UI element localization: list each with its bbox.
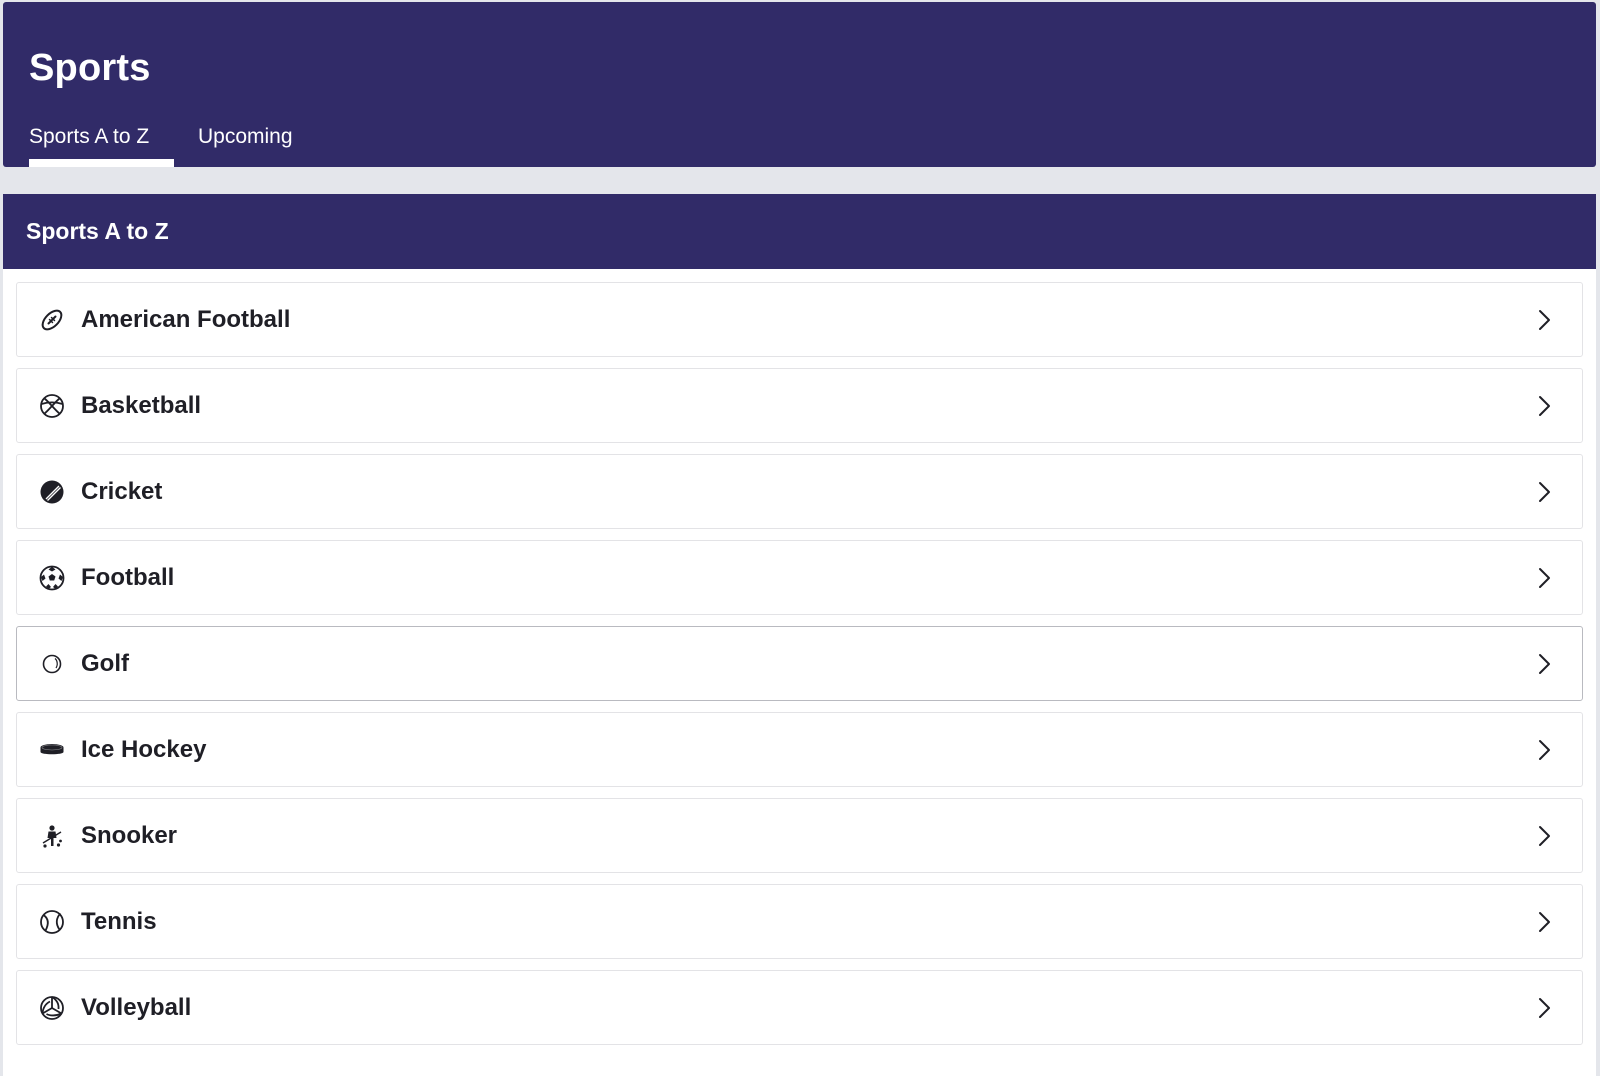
sport-row-golf[interactable]: Golf: [16, 626, 1583, 701]
section-title: Sports A to Z: [26, 218, 169, 244]
chevron-right-icon: [1534, 479, 1554, 505]
hockey-puck-icon: [39, 737, 65, 763]
tab-upcoming[interactable]: Upcoming: [198, 112, 293, 167]
chevron-right-icon: [1534, 909, 1554, 935]
chevron-right-icon: [1534, 651, 1554, 677]
sport-label: Ice Hockey: [81, 736, 207, 763]
cricket-ball-icon: [39, 479, 65, 505]
sport-row-ice-hockey[interactable]: Ice Hockey: [16, 712, 1583, 787]
section-header: Sports A to Z: [3, 194, 1596, 269]
golf-ball-icon: [39, 651, 65, 677]
soccer-ball-icon: [39, 565, 65, 591]
sport-row-volleyball[interactable]: Volleyball: [16, 970, 1583, 1045]
tennis-ball-icon: [39, 909, 65, 935]
page-title: Sports: [29, 47, 151, 89]
sports-header: Sports Sports A to Z Upcoming: [3, 2, 1596, 167]
sport-label: Tennis: [81, 908, 157, 935]
sport-label: Football: [81, 564, 175, 591]
sport-row-tennis[interactable]: Tennis: [16, 884, 1583, 959]
sport-row-snooker[interactable]: Snooker: [16, 798, 1583, 873]
sport-label: Cricket: [81, 478, 163, 505]
chevron-right-icon: [1534, 565, 1554, 591]
chevron-right-icon: [1534, 307, 1554, 333]
sport-row-cricket[interactable]: Cricket: [16, 454, 1583, 529]
chevron-right-icon: [1534, 737, 1554, 763]
chevron-right-icon: [1534, 393, 1554, 419]
sport-label: Golf: [81, 650, 129, 677]
sports-a-to-z-panel: Sports A to Z American Football Basketba…: [3, 194, 1596, 1076]
chevron-right-icon: [1534, 995, 1554, 1021]
american-football-icon: [39, 307, 65, 333]
sport-row-american-football[interactable]: American Football: [16, 282, 1583, 357]
sport-row-football[interactable]: Football: [16, 540, 1583, 615]
sport-row-basketball[interactable]: Basketball: [16, 368, 1583, 443]
sport-label: Basketball: [81, 392, 202, 419]
chevron-right-icon: [1534, 823, 1554, 849]
sport-label: American Football: [81, 306, 291, 333]
sports-list: American Football Basketball Cricket Foo…: [16, 282, 1583, 1056]
volleyball-icon: [39, 995, 65, 1021]
sport-label: Snooker: [81, 822, 178, 849]
sport-label: Volleyball: [81, 994, 192, 1021]
snooker-icon: [39, 823, 65, 849]
tab-sports-a-to-z[interactable]: Sports A to Z: [29, 112, 174, 167]
basketball-icon: [39, 393, 65, 419]
